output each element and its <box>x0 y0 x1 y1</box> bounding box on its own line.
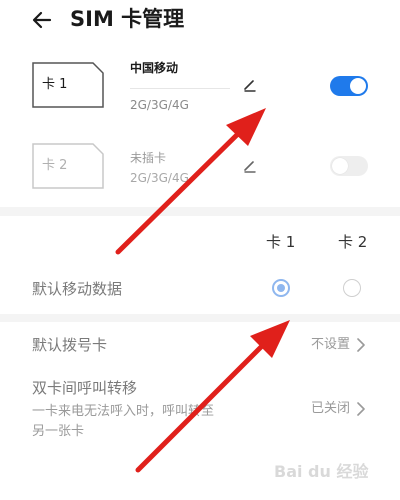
default-data-card1-radio[interactable] <box>272 279 290 297</box>
watermark-text: Bai du 经验 <box>274 462 369 481</box>
call-forward-description: 一卡来电无法呼入时，呼叫转至另一张卡 <box>32 404 215 439</box>
baidu-jingyan-watermark: Bai du 经验 <box>274 462 369 481</box>
sim1-card-icon[interactable]: 卡 1 <box>32 62 104 108</box>
sim2-network-type: 2G/3G/4G <box>130 171 189 185</box>
sim2-edit-icon[interactable] <box>242 158 258 174</box>
sim1-carrier-name: 中国移动 <box>130 61 179 75</box>
section-divider <box>0 207 400 216</box>
toggle-knob <box>350 78 366 94</box>
toggle-knob <box>332 158 348 174</box>
sim1-name-underline <box>130 88 230 89</box>
annotation-arrow-lower <box>135 320 290 473</box>
sim1-edit-icon[interactable] <box>242 77 258 93</box>
default-dial-label: 默认拨号卡 <box>32 336 108 354</box>
sim1-network-type: 2G/3G/4G <box>130 98 189 112</box>
call-forward-value: 已关闭 <box>310 401 350 416</box>
sim2-enable-toggle[interactable] <box>330 156 368 176</box>
default-data-card2-radio[interactable] <box>343 279 361 297</box>
sim2-card-icon[interactable]: 卡 2 <box>32 143 104 189</box>
column-header-card1: 卡 1 <box>266 233 296 251</box>
column-header-card2: 卡 2 <box>338 233 368 251</box>
section-divider <box>0 314 400 322</box>
sim2-card-label: 卡 2 <box>42 158 68 173</box>
sim2-carrier-name: 未插卡 <box>130 151 167 165</box>
call-forward-label: 双卡间呼叫转移 <box>32 379 138 397</box>
back-arrow-icon[interactable] <box>30 8 54 32</box>
page-title: SIM 卡管理 <box>70 7 185 31</box>
default-data-label: 默认移动数据 <box>32 280 123 298</box>
chevron-right-icon <box>357 402 365 416</box>
header: SIM 卡管理 <box>0 0 400 44</box>
chevron-right-icon <box>357 338 365 352</box>
sim1-enable-toggle[interactable] <box>330 76 368 96</box>
default-dial-value: 不设置 <box>310 337 350 352</box>
sim1-card-label: 卡 1 <box>42 77 68 92</box>
